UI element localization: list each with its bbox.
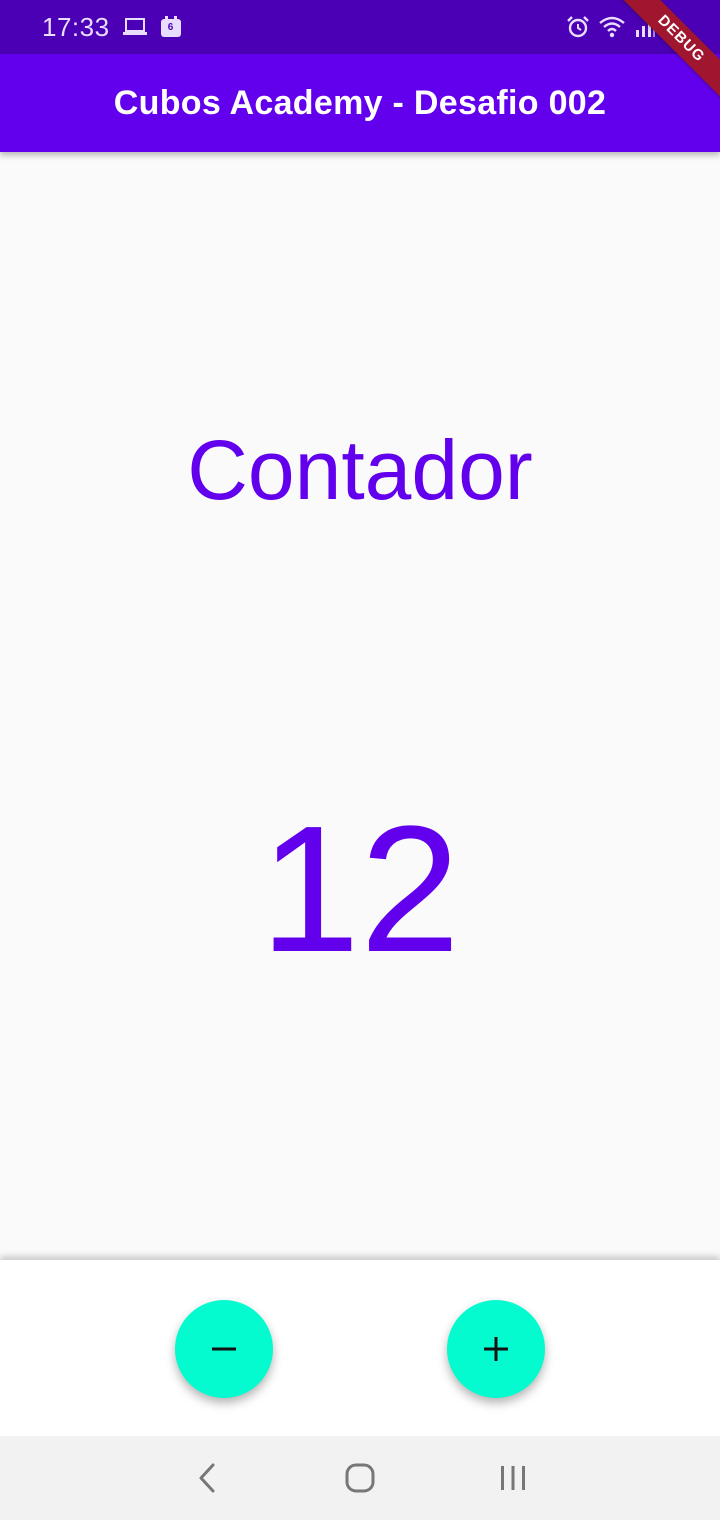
bottom-action-bar [0,1260,720,1436]
status-time: 17:33 [42,11,110,42]
app-screen: 17:33 6 Cubos Academy - Desafio 002 DEBU… [0,0,720,1520]
nav-recents-button[interactable] [483,1448,543,1508]
app-bar: Cubos Academy - Desafio 002 [0,54,720,152]
status-bar: 17:33 6 [0,0,720,54]
calendar-day: 6 [167,22,174,33]
minus-icon [210,1335,238,1363]
system-nav-bar [0,1436,720,1520]
laptop-icon [122,17,148,37]
wifi-icon [598,15,626,39]
plus-icon [482,1335,510,1363]
decrement-button[interactable] [175,1300,273,1398]
alarm-icon [566,15,590,39]
nav-back-button[interactable] [177,1448,237,1508]
increment-button[interactable] [447,1300,545,1398]
counter-value: 12 [259,789,461,990]
recents-icon [498,1463,528,1493]
home-icon [344,1462,376,1494]
back-icon [195,1462,219,1494]
nav-home-button[interactable] [330,1448,390,1508]
calendar-icon: 6 [160,16,182,38]
page-title: Cubos Academy - Desafio 002 [113,83,607,122]
status-left: 17:33 6 [42,12,182,43]
counter-title: Contador [187,423,533,517]
